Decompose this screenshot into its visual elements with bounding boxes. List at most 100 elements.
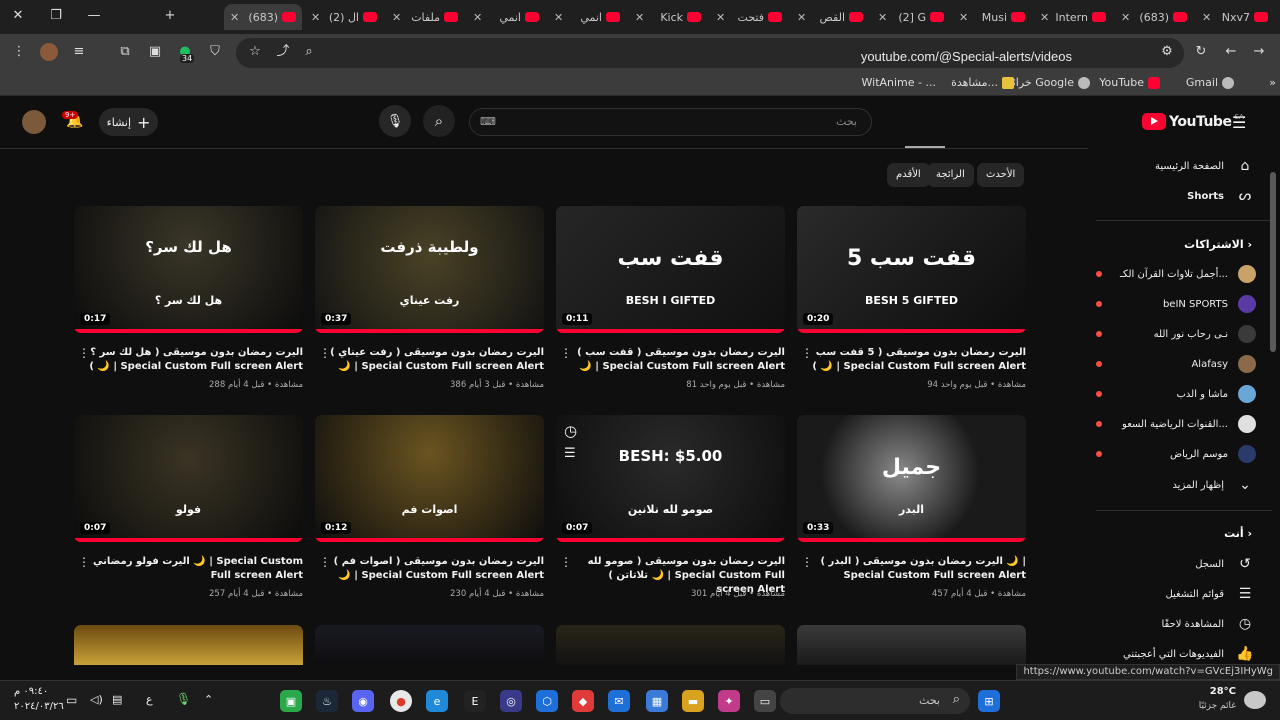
chip-latest[interactable]: الأحدث bbox=[977, 163, 1025, 187]
browser-tab[interactable]: ✕ ملفات bbox=[386, 4, 464, 30]
video-thumbnail[interactable]: ولطيبة ذرفت رفت عيناي 0:37 bbox=[315, 206, 544, 333]
chip-oldest[interactable]: الأقدم bbox=[887, 163, 930, 187]
star-icon[interactable]: ☆ bbox=[246, 43, 264, 61]
file-explorer-icon[interactable]: ▬ bbox=[682, 690, 704, 712]
video-thumbnail[interactable]: جميل البدر 0:33 bbox=[797, 415, 1026, 542]
video-card[interactable]: قفت سب BESH I GIFTED 0:11 اليرت رمضان بدون … bbox=[556, 206, 785, 406]
you-header[interactable]: أنت › bbox=[1224, 527, 1252, 540]
profile-avatar[interactable] bbox=[40, 43, 58, 61]
steam-icon[interactable]: ♨ bbox=[316, 690, 338, 712]
video-title[interactable]: اليرت فولو رمضاني 🌙 | Special Custom Ful… bbox=[88, 555, 303, 583]
edge-icon[interactable]: e bbox=[426, 690, 448, 712]
add-to-queue-icon[interactable]: ☰ bbox=[564, 446, 576, 461]
close-tab-icon[interactable]: ✕ bbox=[1202, 11, 1211, 24]
app-icon[interactable]: ◎ bbox=[500, 690, 522, 712]
close-tab-icon[interactable]: ✕ bbox=[878, 11, 887, 24]
video-thumbnail[interactable]: هل لك سر؟ هل لك سر ؟ 0:17 bbox=[74, 206, 303, 333]
bookmark-maps[interactable]: خرائط Google bbox=[1002, 76, 1090, 89]
shield-icon[interactable]: ⛉ bbox=[206, 43, 224, 61]
dropbox-icon[interactable]: ⬡ bbox=[536, 690, 558, 712]
bookmark-watch[interactable]: مشاهدة... bbox=[951, 76, 1014, 89]
microphone-icon[interactable]: 🎙 bbox=[176, 692, 191, 706]
reload-icon[interactable]: ↻ bbox=[1192, 43, 1210, 61]
media-icon[interactable]: ≡ bbox=[70, 43, 88, 61]
sidebar-item-shorts[interactable]: Shorts ᔕ bbox=[1096, 182, 1256, 210]
show-more-button[interactable]: إظهار المزيد ⌄ bbox=[1096, 471, 1256, 499]
close-window-icon[interactable]: ✕ bbox=[8, 8, 28, 23]
share-icon[interactable]: ⤴ bbox=[274, 43, 292, 61]
sidebar-subscription[interactable]: القنوات الرياضية السعو... bbox=[1096, 410, 1256, 438]
epic-games-icon[interactable]: E bbox=[464, 690, 486, 712]
sidebar-subscription[interactable]: Alafasy bbox=[1096, 350, 1256, 378]
extension-icon[interactable]: ▣ bbox=[146, 43, 164, 61]
video-title[interactable]: اليرت رمضان بدون موسيقى ( هل لك سر ؟ ) 🌙… bbox=[88, 346, 303, 374]
video-card[interactable]: BESH: $5.00 صومو لله نلانين 0:07 اليرت رمضا… bbox=[556, 415, 785, 615]
video-card[interactable]: فولو 0:07 اليرت فولو رمضاني 🌙 | Special Cu… bbox=[74, 415, 303, 615]
video-card[interactable]: جميل البدر 0:33 اليرت رمضان بدون موسيقى ( ا… bbox=[797, 415, 1026, 615]
sidebar-item-watch-later[interactable]: المشاهدة لاحقًا ◷ bbox=[1096, 610, 1256, 638]
browser-tab[interactable]: ✕ Kick bbox=[629, 4, 707, 30]
outlook-icon[interactable]: ✉ bbox=[608, 690, 630, 712]
close-tab-icon[interactable]: ✕ bbox=[473, 11, 482, 24]
youtube-logo[interactable]: YouTube SA bbox=[1142, 113, 1244, 130]
sidebar-subscription[interactable]: موسم الرياض bbox=[1096, 440, 1256, 468]
more-options-icon[interactable]: ⋮ bbox=[319, 346, 331, 360]
search-button[interactable]: ⌕ bbox=[423, 105, 455, 137]
browser-tab[interactable]: ✕ Musi bbox=[953, 4, 1031, 30]
close-tab-icon[interactable]: ✕ bbox=[392, 11, 401, 24]
video-thumbnail[interactable]: اصوات فم 0:12 bbox=[315, 415, 544, 542]
close-tab-icon[interactable]: ✕ bbox=[635, 11, 644, 24]
video-title[interactable]: اليرت رمضان بدون موسيقى ( قفت سب ) 🌙 | S… bbox=[570, 346, 785, 374]
app-icon[interactable]: ◆ bbox=[572, 690, 594, 712]
chip-popular[interactable]: الرائجة bbox=[927, 163, 974, 187]
browser-tab[interactable]: ✕ Nxv7 bbox=[1196, 4, 1274, 30]
browser-tab[interactable]: ✕ Intern bbox=[1034, 4, 1112, 30]
zoom-icon[interactable]: ⌕ bbox=[300, 43, 318, 61]
video-title[interactable]: اليرت رمضان بدون موسيقى ( البدر ) 🌙 | Sp… bbox=[811, 555, 1026, 583]
video-thumbnail[interactable]: فولو 0:07 bbox=[74, 415, 303, 542]
weather-icon[interactable] bbox=[1244, 691, 1266, 709]
more-options-icon[interactable]: ⋮ bbox=[78, 555, 90, 569]
discord-icon[interactable]: ◉ bbox=[352, 690, 374, 712]
forward-icon[interactable]: → bbox=[1250, 43, 1268, 61]
taskbar-search[interactable]: بحث ⌕ bbox=[780, 688, 970, 714]
battery-icon[interactable]: ▭ bbox=[66, 693, 77, 707]
voice-search-button[interactable]: 🎙 bbox=[379, 105, 411, 137]
more-bookmarks-icon[interactable]: » bbox=[1269, 76, 1276, 89]
bookmark-witanime[interactable]: WitAnime - ... bbox=[862, 76, 937, 89]
sidebar-item-home[interactable]: الصفحة الرئيسية ⌂ bbox=[1096, 152, 1256, 180]
video-thumbnail-partial[interactable] bbox=[315, 625, 544, 665]
video-thumbnail-partial[interactable] bbox=[797, 625, 1026, 665]
video-card[interactable]: ولطيبة ذرفت رفت عيناي 0:37 اليرت رمضان بدون… bbox=[315, 206, 544, 406]
sidebar-item-playlists[interactable]: قوائم التشغيل ☰ bbox=[1096, 580, 1256, 608]
sidebar-item-history[interactable]: السجل ↺ bbox=[1096, 550, 1256, 578]
browser-tab[interactable]: ✕ (2] G bbox=[872, 4, 950, 30]
video-thumbnail[interactable]: قفت سب BESH I GIFTED 0:11 bbox=[556, 206, 785, 333]
video-thumbnail-partial[interactable] bbox=[556, 625, 785, 665]
search-input[interactable]: بحث ⌨ bbox=[469, 108, 872, 136]
browser-tab[interactable]: ✕ (683) bbox=[224, 4, 302, 30]
back-icon[interactable]: ← bbox=[1222, 43, 1240, 61]
video-thumbnail[interactable]: BESH: $5.00 صومو لله نلانين 0:07 bbox=[556, 415, 785, 542]
close-tab-icon[interactable]: ✕ bbox=[959, 11, 968, 24]
sidebar-subscription[interactable]: beIN SPORTS bbox=[1096, 290, 1256, 318]
browser-tab[interactable]: ✕ (2) ال bbox=[305, 4, 383, 30]
close-tab-icon[interactable]: ✕ bbox=[1040, 11, 1049, 24]
video-thumbnail-partial[interactable] bbox=[74, 625, 303, 665]
browser-tab[interactable]: ✕ انمي bbox=[467, 4, 545, 30]
more-options-icon[interactable]: ⋮ bbox=[560, 555, 572, 569]
browser-tab[interactable]: ✕ فتحت bbox=[710, 4, 788, 30]
video-title[interactable]: اليرت رمضان بدون موسيقى ( اصوات فم ) 🌙 |… bbox=[329, 555, 544, 583]
more-options-icon[interactable]: ⋮ bbox=[319, 555, 331, 569]
sidebar-subscription[interactable]: ماشا و الدب bbox=[1096, 380, 1256, 408]
account-avatar[interactable] bbox=[22, 110, 46, 134]
bookmark-youtube[interactable]: YouTube bbox=[1099, 76, 1160, 89]
create-button[interactable]: إنشاء + bbox=[99, 108, 158, 136]
video-thumbnail[interactable]: 5 قفت سب BESH 5 GIFTED 0:20 bbox=[797, 206, 1026, 333]
volume-icon[interactable]: ◁) bbox=[90, 693, 103, 706]
close-tab-icon[interactable]: ✕ bbox=[311, 11, 320, 24]
keyboard-icon[interactable]: ⌨ bbox=[480, 115, 496, 128]
chrome-icon[interactable]: ● bbox=[390, 690, 412, 712]
browser-tab[interactable]: ✕ (683) bbox=[1115, 4, 1193, 30]
restore-window-icon[interactable]: ❐ bbox=[46, 8, 66, 23]
